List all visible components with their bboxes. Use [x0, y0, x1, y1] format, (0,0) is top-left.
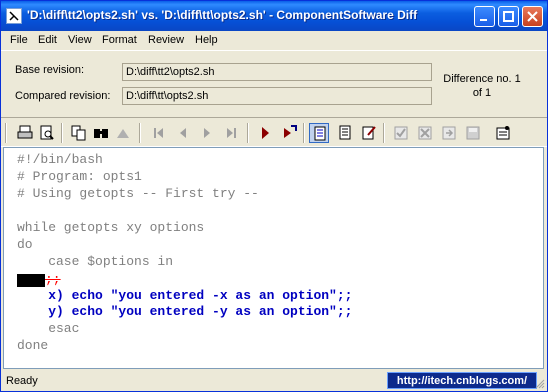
print-icon[interactable] — [15, 123, 35, 143]
play-icon[interactable] — [255, 123, 275, 143]
copy-icon[interactable] — [69, 123, 89, 143]
code-line: case $options in — [17, 254, 174, 269]
menu-file[interactable]: File — [10, 34, 28, 46]
menu-edit[interactable]: Edit — [38, 34, 57, 46]
toolbar-grip — [5, 123, 7, 143]
code-line: do — [17, 237, 33, 252]
code-line: #!/bin/bash — [17, 152, 103, 167]
title-bar[interactable]: 'D:\diff\tt2\opts2.sh' vs. 'D:\diff\tt\o… — [1, 1, 547, 31]
next-diff-icon[interactable] — [197, 123, 217, 143]
code-line: # Using getopts -- First try -- — [17, 186, 259, 201]
print-preview-icon[interactable] — [37, 123, 57, 143]
diff-editor[interactable]: #!/bin/bash # Program: opts1 # Using get… — [3, 147, 544, 369]
minimize-button[interactable] — [474, 6, 495, 27]
code-line: while getopts xy options — [17, 220, 205, 235]
menu-review[interactable]: Review — [148, 34, 184, 46]
menu-view[interactable]: View — [68, 34, 92, 46]
single-view-icon[interactable] — [309, 123, 329, 143]
last-diff-icon[interactable] — [221, 123, 241, 143]
menu-bar: File Edit View Format Review Help — [1, 31, 547, 49]
app-icon[interactable] — [6, 8, 22, 24]
base-revision-field[interactable]: D:\diff\tt2\opts2.sh — [122, 63, 432, 81]
menu-help[interactable]: Help — [195, 34, 218, 46]
toolbar-separator — [61, 123, 63, 143]
deleted-marker — [17, 274, 45, 287]
toolbar-separator — [247, 123, 249, 143]
code-line: done — [17, 338, 49, 353]
save-icon[interactable] — [463, 123, 483, 143]
accept-icon[interactable] — [391, 123, 411, 143]
status-text: Ready — [6, 375, 38, 387]
menu-format[interactable]: Format — [102, 34, 137, 46]
prev-diff-icon[interactable] — [173, 123, 193, 143]
added-line: y) echo "you entered -y as an option";; — [17, 304, 353, 319]
difference-counter: Difference no. 1 of 1 — [437, 72, 527, 100]
split-view-icon[interactable] — [335, 123, 355, 143]
code-line: esac — [17, 321, 80, 336]
base-revision-label: Base revision: — [15, 64, 85, 76]
deleted-text: ;; — [45, 272, 61, 287]
difference-number: Difference no. 1 — [443, 73, 521, 85]
toolbar-separator — [383, 123, 385, 143]
reject-icon[interactable] — [415, 123, 435, 143]
apply-icon[interactable] — [439, 123, 459, 143]
compared-revision-field[interactable]: D:\diff\tt\opts2.sh — [122, 87, 432, 105]
status-bar: Ready http://itech.cnblogs.com/ — [1, 370, 547, 391]
code-line: # Program: opts1 — [17, 169, 142, 184]
resize-grip-icon[interactable] — [535, 379, 545, 389]
options-icon[interactable] — [493, 123, 513, 143]
diff-window: 'D:\diff\tt2\opts2.sh' vs. 'D:\diff\tt\o… — [0, 0, 548, 392]
toolbar-separator — [139, 123, 141, 143]
find-icon[interactable] — [91, 123, 111, 143]
next-change-icon[interactable] — [279, 123, 299, 143]
maximize-button[interactable] — [498, 6, 519, 27]
window-title: 'D:\diff\tt2\opts2.sh' vs. 'D:\diff\tt\o… — [27, 8, 418, 22]
toolbar — [1, 117, 547, 147]
disabled-tool-icon[interactable] — [113, 123, 133, 143]
added-line: x) echo "you entered -x as an option";; — [17, 288, 353, 303]
difference-total: of 1 — [472, 87, 492, 99]
toolbar-separator — [303, 123, 305, 143]
close-button[interactable] — [522, 6, 543, 27]
edit-view-icon[interactable] — [359, 123, 379, 143]
url-watermark: http://itech.cnblogs.com/ — [387, 372, 537, 389]
compared-revision-label: Compared revision: — [15, 90, 111, 102]
first-diff-icon[interactable] — [149, 123, 169, 143]
